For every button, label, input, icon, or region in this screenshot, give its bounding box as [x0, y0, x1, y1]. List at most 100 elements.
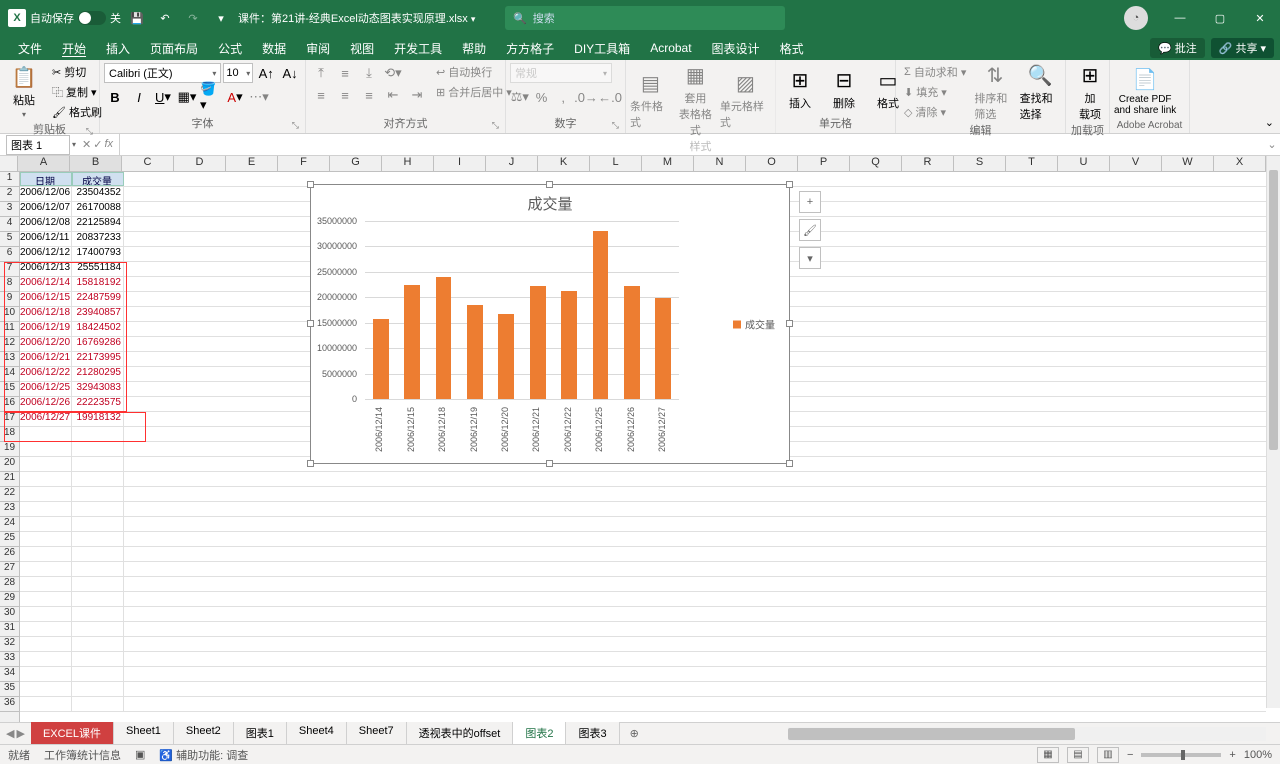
chart-styles-icon[interactable]: 🖌 [799, 219, 821, 241]
col-header[interactable]: T [1006, 156, 1058, 171]
zoom-out-icon[interactable]: − [1127, 749, 1133, 761]
sheet-tab[interactable]: Sheet2 [174, 722, 234, 746]
data-cell[interactable]: 2006/12/12 [20, 247, 72, 261]
chart-elements-icon[interactable]: + [799, 191, 821, 213]
font-launcher-icon[interactable]: ⤡ [292, 120, 299, 131]
addins-button[interactable]: ⊞加 载项 [1070, 63, 1110, 122]
col-header[interactable]: D [174, 156, 226, 171]
status-wbstats[interactable]: 工作簿统计信息 [44, 747, 121, 763]
inc-decimal-icon[interactable]: .0→ [575, 87, 597, 107]
chart-bar[interactable] [498, 314, 514, 399]
add-sheet-icon[interactable]: ⊕ [620, 724, 649, 743]
tab-fanggezi[interactable]: 方方格子 [496, 36, 564, 60]
number-format-combo[interactable]: 常规▾ [510, 63, 612, 83]
row-header[interactable]: 13 [0, 352, 19, 367]
chart-object[interactable]: + 🖌 ▾ 成交量 050000001000000015000000200000… [310, 184, 790, 464]
qat-more-icon[interactable]: ▾ [209, 6, 233, 30]
fill-button[interactable]: ⬇ 填充 ▾ [900, 83, 970, 101]
data-cell[interactable]: 2006/12/08 [20, 217, 72, 231]
col-header[interactable]: W [1162, 156, 1214, 171]
row-header[interactable]: 1 [0, 172, 19, 187]
col-header[interactable]: G [330, 156, 382, 171]
data-cell[interactable]: 2006/12/19 [20, 322, 72, 336]
tab-file[interactable]: 文件 [8, 36, 52, 60]
data-cell[interactable]: 22223575 [72, 397, 124, 411]
col-header[interactable]: N [694, 156, 746, 171]
tab-view[interactable]: 视图 [340, 36, 384, 60]
fill-color-icon[interactable]: 🪣▾ [200, 87, 222, 107]
row-header[interactable]: 6 [0, 247, 19, 262]
chart-legend[interactable]: 成交量 [733, 317, 775, 332]
save-icon[interactable]: 💾 [125, 6, 149, 30]
col-header[interactable]: H [382, 156, 434, 171]
row-header[interactable]: 25 [0, 532, 19, 547]
data-cell[interactable]: 26170088 [72, 202, 124, 216]
chart-bar[interactable] [467, 305, 483, 399]
row-header[interactable]: 24 [0, 517, 19, 532]
maximize-icon[interactable]: ▢ [1200, 0, 1240, 36]
header-cell[interactable]: 成交量 [72, 172, 124, 186]
tab-format[interactable]: 格式 [770, 36, 814, 60]
view-pagebreak-icon[interactable]: ▥ [1097, 747, 1119, 763]
data-cell[interactable]: 16769286 [72, 337, 124, 351]
tab-pagelayout[interactable]: 页面布局 [140, 36, 208, 60]
enter-fx-icon[interactable]: ✓ [93, 138, 102, 151]
row-header[interactable]: 35 [0, 682, 19, 697]
col-header[interactable]: U [1058, 156, 1110, 171]
col-header[interactable]: O [746, 156, 798, 171]
phonetic-icon[interactable]: ⋯▾ [248, 87, 270, 107]
avatar[interactable]: ◔ [1124, 6, 1148, 30]
cond-format-button[interactable]: ▤条件格式 [630, 63, 671, 138]
sheet-next-icon[interactable]: ▶ [16, 727, 24, 740]
data-cell[interactable]: 2006/12/26 [20, 397, 72, 411]
comments-button[interactable]: 💬 批注 [1150, 38, 1205, 58]
col-header[interactable]: S [954, 156, 1006, 171]
row-header[interactable]: 23 [0, 502, 19, 517]
sheet-tab[interactable]: EXCEL课件 [31, 722, 114, 746]
data-cell[interactable]: 2006/12/14 [20, 277, 72, 291]
data-cell[interactable]: 18424502 [72, 322, 124, 336]
col-header[interactable]: R [902, 156, 954, 171]
row-header[interactable]: 21 [0, 472, 19, 487]
zoom-level[interactable]: 100% [1244, 749, 1272, 761]
row-header[interactable]: 11 [0, 322, 19, 337]
number-launcher-icon[interactable]: ⤡ [612, 120, 619, 131]
col-header[interactable]: B [70, 156, 122, 171]
row-header[interactable]: 18 [0, 427, 19, 442]
sheet-tab[interactable]: Sheet4 [287, 722, 347, 746]
indent-inc-icon[interactable]: ⇥ [406, 85, 428, 105]
collapse-ribbon-icon[interactable]: ⌄ [1265, 116, 1274, 129]
data-cell[interactable]: 19918132 [72, 412, 124, 426]
col-header[interactable]: Q [850, 156, 902, 171]
data-cell[interactable]: 20837233 [72, 232, 124, 246]
data-cell[interactable]: 2006/12/07 [20, 202, 72, 216]
view-pagelayout-icon[interactable]: ▤ [1067, 747, 1089, 763]
create-pdf-button[interactable]: 📄Create PDF and share link [1114, 63, 1176, 119]
row-header[interactable]: 14 [0, 367, 19, 382]
row-header[interactable]: 19 [0, 442, 19, 457]
tab-data[interactable]: 数据 [252, 36, 296, 60]
tab-diy[interactable]: DIY工具箱 [564, 36, 640, 60]
align-middle-icon[interactable]: ≡ [334, 63, 356, 83]
sheet-tab[interactable]: Sheet7 [347, 722, 407, 746]
autosum-button[interactable]: Σ 自动求和 ▾ [900, 63, 970, 81]
chart-plot-area[interactable] [365, 221, 679, 399]
merge-center-button[interactable]: ⊞ 合并后居中 ▾ [432, 83, 516, 101]
row-header[interactable]: 29 [0, 592, 19, 607]
minimize-icon[interactable]: — [1160, 0, 1200, 36]
cut-button[interactable]: ✂ 剪切 [48, 63, 106, 81]
font-size-combo[interactable]: 10▾ [223, 63, 253, 83]
data-cell[interactable]: 17400793 [72, 247, 124, 261]
row-header[interactable]: 30 [0, 607, 19, 622]
chart-bar[interactable] [593, 231, 609, 399]
font-color-icon[interactable]: A▾ [224, 87, 246, 107]
find-select-button[interactable]: 🔍查找和选择 [1020, 63, 1061, 122]
row-header[interactable]: 34 [0, 667, 19, 682]
tab-home[interactable]: 开始 [52, 36, 96, 60]
share-button[interactable]: 🔗 共享 ▾ [1211, 38, 1274, 58]
sheet-tab[interactable]: 图表2 [513, 722, 566, 746]
cell-styles-button[interactable]: ▨单元格样式 [720, 63, 771, 138]
data-cell[interactable]: 2006/12/18 [20, 307, 72, 321]
worksheet-grid[interactable]: ABCDEFGHIJKLMNOPQRSTUVWX 123456789101112… [0, 156, 1280, 722]
row-headers[interactable]: 1234567891011121314151617181920212223242… [0, 172, 20, 722]
